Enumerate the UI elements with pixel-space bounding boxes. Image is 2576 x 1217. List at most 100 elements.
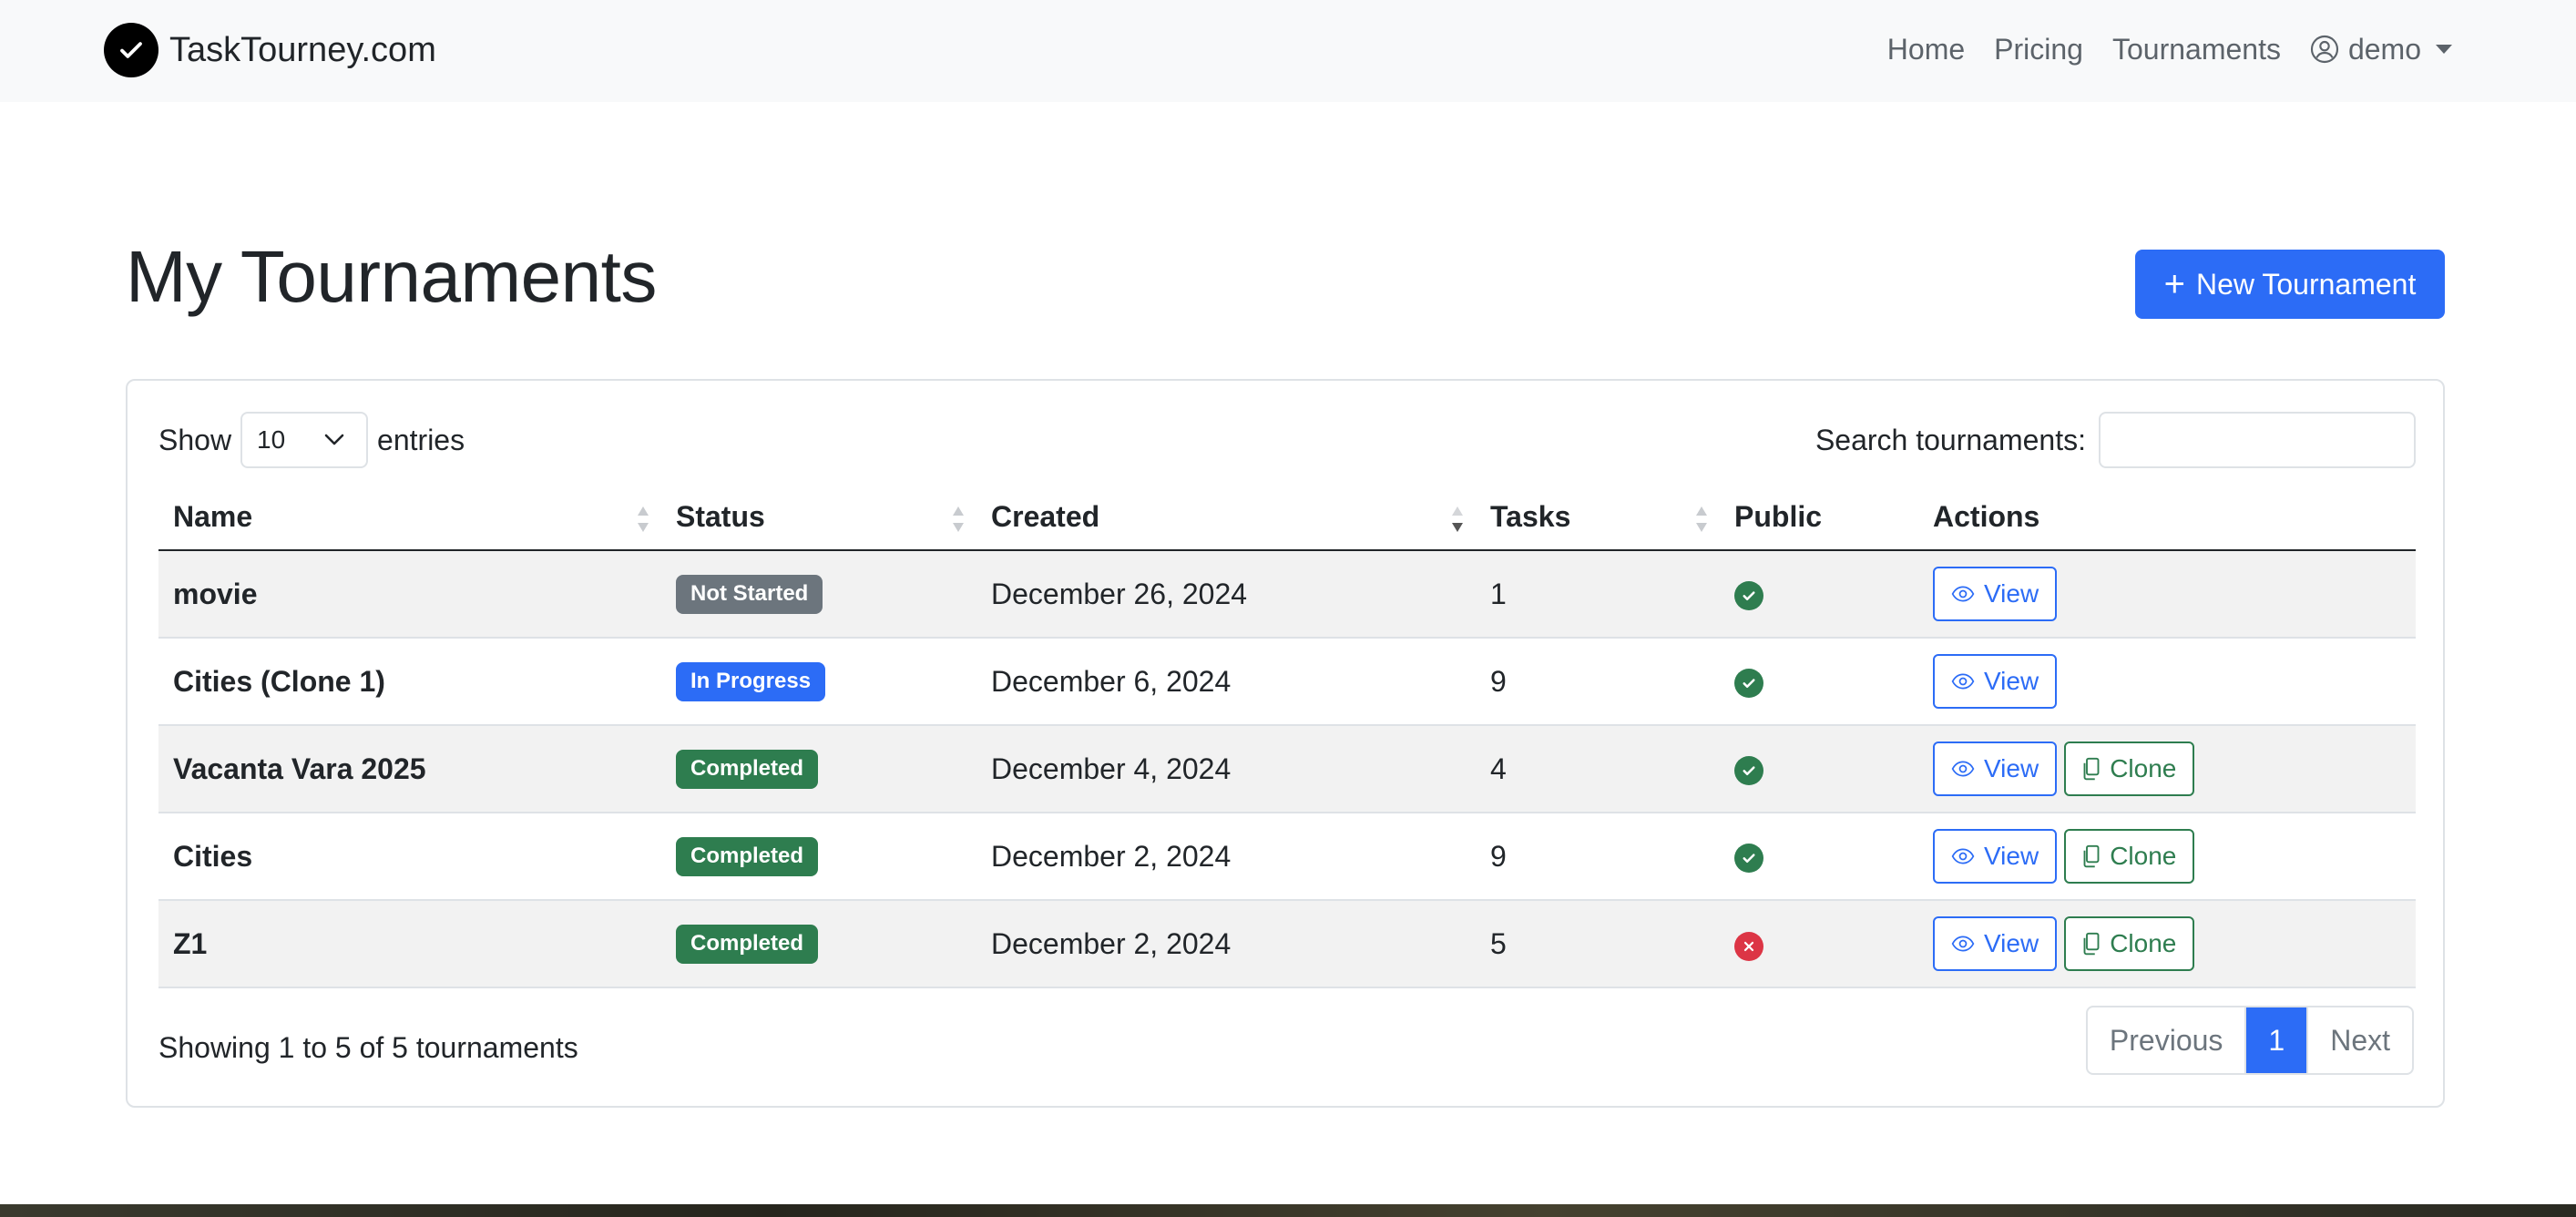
status-cell: Completed [661,900,976,988]
pagination: Previous 1 Next [2085,1006,2414,1075]
next-page-button[interactable]: Next [2308,1007,2412,1073]
user-circle-icon [2310,35,2339,64]
task-count: 4 [1476,725,1720,813]
new-tournament-button[interactable]: + New Tournament [2135,250,2445,319]
page-length-value: 10 [257,425,286,454]
table-row: Cities (Clone 1) In Progress December 6, 2… [158,638,2416,726]
view-button[interactable]: View [1933,567,2058,621]
check-circle-icon [1734,668,1763,698]
status-cell: In Progress [661,638,976,726]
view-button[interactable]: View [1933,741,2058,796]
nav-pricing[interactable]: Pricing [1994,33,2083,66]
tournaments-card: Show 10 entries Search tournaments: Name… [126,379,2445,1108]
column-header-public: Public [1720,485,1918,551]
brand-link[interactable]: TaskTourney.com [104,22,436,78]
brand-name: TaskTourney.com [169,30,436,69]
copy-icon [2082,757,2101,781]
plus-icon: + [2163,264,2186,304]
status-badge: Completed [676,837,819,876]
search-label: Search tournaments: [1814,423,2086,456]
search-input[interactable] [2099,412,2416,468]
nav-home[interactable]: Home [1887,33,1965,66]
table-info: Showing 1 to 5 of 5 tournaments [158,1031,578,1064]
check-circle-icon [1734,843,1763,873]
table-row: movie Not Started December 26, 2024 1 View [158,550,2416,639]
search-control: Search tournaments: [1815,412,2416,468]
task-count: 1 [1476,550,1720,639]
table-row: Z1 Completed December 2, 2024 5 View Clone [158,900,2416,988]
public-cell [1720,725,1918,813]
clone-button[interactable]: Clone [2064,741,2195,796]
column-header-name[interactable]: Name [158,485,661,551]
table-body: movie Not Started December 26, 2024 1 View Ci… [158,550,2416,988]
row-actions: View [1933,654,2401,709]
column-header-created[interactable]: Created [976,485,1476,551]
tournament-name: Cities (Clone 1) [158,638,661,726]
status-cell: Completed [661,813,976,901]
column-header-status[interactable]: Status [661,485,976,551]
eye-icon [1951,585,1975,603]
tournament-name: movie [158,550,661,639]
column-label: Public [1734,500,1823,533]
nav-tournaments[interactable]: Tournaments [2112,33,2281,66]
created-date: December 4, 2024 [976,725,1476,813]
created-date: December 2, 2024 [976,900,1476,988]
navbar: TaskTourney.com Home Pricing Tournaments… [0,0,2576,102]
view-button[interactable]: View [1933,829,2058,884]
nav-links: Home Pricing Tournaments demo [1887,26,2452,73]
column-header-tasks[interactable]: Tasks [1476,485,1720,551]
view-label: View [1984,929,2039,957]
task-count: 5 [1476,900,1720,988]
column-label: Tasks [1490,500,1571,533]
status-cell: Completed [661,725,976,813]
column-label: Status [676,500,765,533]
view-button[interactable]: View [1933,916,2058,971]
entries-label: entries [377,423,465,456]
sort-icon [1696,506,1707,532]
eye-icon [1951,935,1975,953]
previous-page-button[interactable]: Previous [2088,1007,2247,1073]
tournament-name: Z1 [158,900,661,988]
table-header-row: Name Status Created Tasks Public Actions [158,485,2416,551]
user-menu-dropdown[interactable]: demo [2310,33,2452,66]
page-length-select[interactable]: 10 [240,412,369,468]
tournaments-table: Name Status Created Tasks Public Actions… [158,485,2416,988]
desktop-background-strip [0,1204,2576,1217]
public-cell [1720,813,1918,901]
clone-label: Clone [2110,754,2177,782]
tournament-name: Vacanta Vara 2025 [158,725,661,813]
row-actions: View Clone [1933,741,2401,796]
created-date: December 2, 2024 [976,813,1476,901]
page-1-button[interactable]: 1 [2246,1007,2309,1073]
public-cell [1720,638,1918,726]
public-cell [1720,900,1918,988]
sort-desc-icon [1452,506,1463,532]
view-label: View [1984,579,2039,608]
sort-icon [638,506,649,532]
clone-label: Clone [2110,842,2177,870]
chevron-down-icon [324,434,344,445]
check-circle-icon [1734,755,1763,785]
actions-cell: View Clone [1918,900,2416,988]
page-title: My Tournaments [126,236,657,317]
clone-button[interactable]: Clone [2064,916,2195,971]
column-label: Actions [1933,500,2040,533]
page-length-control: Show 10 entries [158,412,465,468]
x-circle-icon [1734,931,1763,961]
view-button[interactable]: View [1933,654,2058,709]
actions-cell: View Clone [1918,725,2416,813]
eye-icon [1951,847,1975,865]
created-date: December 6, 2024 [976,638,1476,726]
tournament-name: Cities [158,813,661,901]
status-badge: In Progress [676,662,826,701]
clone-label: Clone [2110,929,2177,957]
status-badge: Completed [676,750,819,789]
new-tournament-label: New Tournament [2196,267,2417,301]
status-cell: Not Started [661,550,976,639]
task-count: 9 [1476,813,1720,901]
clone-button[interactable]: Clone [2064,829,2195,884]
checkmark-logo-icon [104,23,158,77]
view-label: View [1984,754,2039,782]
view-label: View [1984,667,2039,695]
copy-icon [2082,844,2101,868]
